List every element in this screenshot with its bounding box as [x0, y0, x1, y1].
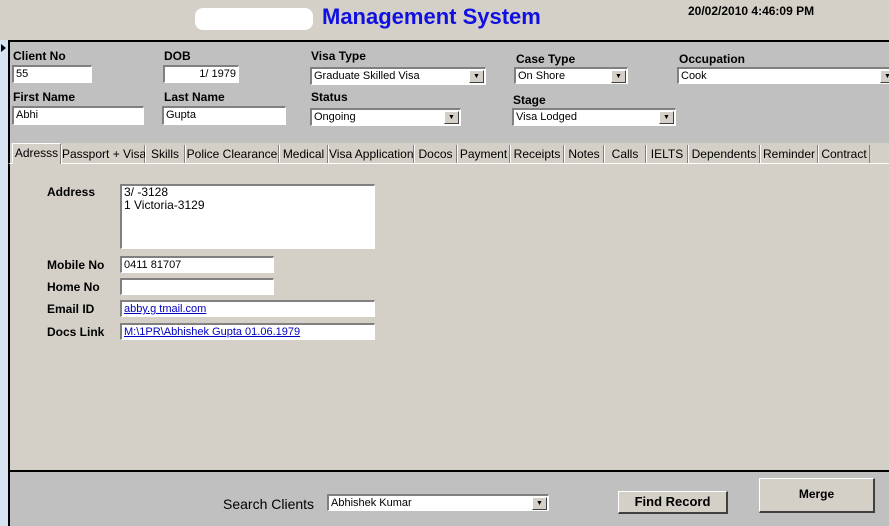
search-clients-value: Abhishek Kumar	[331, 497, 412, 509]
tab-payment[interactable]: Payment	[457, 145, 510, 163]
status-value: Ongoing	[314, 111, 356, 123]
app-title: Management System	[322, 4, 541, 29]
address-field[interactable]: 3/ -3128 1 Victoria-3129	[120, 184, 375, 249]
stage-label: Stage	[513, 93, 546, 107]
case-type-label: Case Type	[516, 52, 576, 66]
first-name-field[interactable]: Abhi	[12, 106, 144, 125]
visa-type-value: Graduate Skilled Visa	[314, 70, 420, 82]
case-type-value: On Shore	[518, 70, 566, 82]
search-clients-label: Search Clients	[223, 496, 315, 512]
tab-police-clearance[interactable]: Police Clearance	[185, 145, 279, 163]
record-pointer-icon	[1, 44, 6, 52]
tab-contract[interactable]: Contract	[818, 145, 870, 163]
last-name-field[interactable]: Gupta	[162, 106, 286, 125]
mobile-label: Mobile No	[47, 258, 105, 272]
tab-medical[interactable]: Medical	[279, 145, 328, 163]
find-record-button[interactable]: Find Record	[618, 491, 728, 514]
record-selector-bar[interactable]	[0, 40, 8, 526]
dob-label: DOB	[164, 49, 191, 63]
home-field[interactable]	[120, 278, 274, 295]
chevron-down-icon[interactable]: ▼	[659, 111, 674, 124]
first-name-label: First Name	[13, 90, 76, 104]
client-header-panel: Client No 55 DOB 1/ 1979 Visa Type Gradu…	[8, 40, 889, 143]
case-type-dropdown[interactable]: On Shore ▼	[514, 67, 628, 84]
datetime: 20/02/2010 4:46:09 PM	[688, 4, 815, 18]
visa-type-dropdown[interactable]: Graduate Skilled Visa ▼	[310, 67, 486, 85]
tab-ielts[interactable]: IELTS	[646, 145, 688, 163]
occupation-dropdown[interactable]: Cook ▼	[677, 67, 889, 84]
status-dropdown[interactable]: Ongoing ▼	[310, 108, 461, 126]
stage-value: Visa Lodged	[516, 111, 577, 123]
chevron-down-icon[interactable]: ▼	[880, 70, 889, 83]
address-tab-panel: Address 3/ -3128 1 Victoria-3129 Mobile …	[8, 163, 889, 471]
tab-reminder[interactable]: Reminder	[760, 145, 818, 163]
tab-visa-application[interactable]: Visa Application	[328, 145, 414, 163]
stage-dropdown[interactable]: Visa Lodged ▼	[512, 108, 676, 126]
address-label: Address	[47, 185, 96, 199]
chevron-down-icon[interactable]: ▼	[532, 497, 547, 510]
tab-receipts[interactable]: Receipts	[510, 145, 564, 163]
chevron-down-icon[interactable]: ▼	[469, 70, 484, 83]
footer-panel: Search Clients Abhishek Kumar ▼ Find Reco…	[8, 470, 889, 526]
visa-type-label: Visa Type	[311, 49, 366, 63]
address-line-2: 1 Victoria-3129	[124, 198, 205, 212]
tab-dependents[interactable]: Dependents	[688, 145, 760, 163]
email-label: Email ID	[47, 302, 95, 316]
chevron-down-icon[interactable]: ▼	[444, 111, 459, 124]
redacted-logo	[195, 8, 313, 30]
occupation-value: Cook	[681, 70, 707, 82]
client-no-field[interactable]: 55	[12, 65, 92, 83]
docs-link-label: Docs Link	[47, 325, 105, 339]
tab-skills[interactable]: Skills	[145, 145, 185, 163]
status-label: Status	[311, 90, 348, 104]
merge-button[interactable]: Merge	[759, 478, 875, 513]
last-name-label: Last Name	[164, 90, 225, 104]
client-no-label: Client No	[13, 49, 66, 63]
tab-strip: Adresss Passport + Visa Skills Police Cl…	[8, 143, 889, 164]
email-field[interactable]: abby.g tmail.com	[120, 300, 375, 317]
tab-address[interactable]: Adresss	[12, 143, 61, 164]
mobile-field[interactable]: 0411 81707	[120, 256, 274, 273]
chevron-down-icon[interactable]: ▼	[611, 70, 626, 83]
tab-calls[interactable]: Calls	[604, 145, 646, 163]
tab-notes[interactable]: Notes	[564, 145, 604, 163]
occupation-label: Occupation	[679, 52, 746, 66]
home-label: Home No	[47, 280, 100, 294]
tab-passport-visa[interactable]: Passport + Visa	[61, 145, 146, 163]
search-clients-dropdown[interactable]: Abhishek Kumar ▼	[327, 494, 549, 511]
tab-docos[interactable]: Docos	[414, 145, 457, 163]
dob-field[interactable]: 1/ 1979	[163, 65, 239, 83]
docs-link-field[interactable]: M:\1PR\Abhishek Gupta 01.06.1979	[120, 323, 375, 340]
